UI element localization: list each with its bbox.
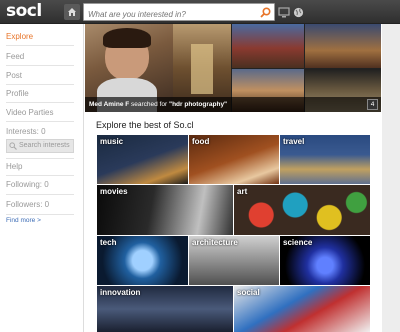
result-count-badge: 4 xyxy=(367,99,378,110)
sidebar-item-interests[interactable]: Interests: 0 xyxy=(6,127,74,136)
tile-science[interactable]: science xyxy=(280,236,370,285)
globe-icon[interactable] xyxy=(291,5,305,19)
caption-user[interactable]: Med Amine F xyxy=(89,101,129,108)
category-grid: music food travel movies art tech archit… xyxy=(97,135,370,332)
sidebar-item-help[interactable]: Help xyxy=(6,162,74,171)
featured-search-banner[interactable]: Med Amine F searched for "hdr photograph… xyxy=(85,24,381,112)
tile-label: art xyxy=(237,187,248,196)
monitor-icon[interactable] xyxy=(277,5,291,19)
divider xyxy=(6,102,74,103)
tile-art[interactable]: art xyxy=(234,185,370,235)
socl-logo[interactable]: socl xyxy=(6,1,42,21)
tile-travel[interactable]: travel xyxy=(280,135,370,184)
tile-label: innovation xyxy=(100,288,141,297)
photo-street xyxy=(305,24,381,68)
tile-label: science xyxy=(283,238,313,247)
tile-architecture[interactable]: architecture xyxy=(189,236,279,285)
explore-heading: Explore the best of So.cl xyxy=(96,120,194,130)
interest-search-input[interactable]: Search interests xyxy=(6,139,74,153)
tile-movies[interactable]: movies xyxy=(97,185,233,235)
divider xyxy=(6,121,74,122)
tile-label: travel xyxy=(283,137,305,146)
main-content: Med Amine F searched for "hdr photograph… xyxy=(84,24,382,332)
divider xyxy=(6,194,74,195)
tile-label: movies xyxy=(100,187,128,196)
divider xyxy=(6,175,74,176)
search-input[interactable] xyxy=(84,6,254,23)
page-scroll-area xyxy=(383,24,400,332)
caption-query[interactable]: "hdr photography" xyxy=(169,101,227,108)
divider xyxy=(6,158,74,159)
photo-houses xyxy=(232,24,304,68)
sidebar-item-profile[interactable]: Profile xyxy=(6,89,74,98)
tile-food[interactable]: food xyxy=(189,135,279,184)
sidebar-item-feed[interactable]: Feed xyxy=(6,52,74,61)
caption-action: searched for xyxy=(131,101,168,108)
tile-label: music xyxy=(100,137,124,146)
tile-music[interactable]: music xyxy=(97,135,188,184)
sidebar: Explore Feed Post Profile Video Parties … xyxy=(0,24,84,332)
tile-tech[interactable]: tech xyxy=(97,236,188,285)
search-box xyxy=(83,3,275,23)
sidebar-item-video-parties[interactable]: Video Parties xyxy=(6,108,74,117)
find-more-link[interactable]: Find more > xyxy=(6,217,41,224)
sidebar-item-followers[interactable]: Followers: 0 xyxy=(6,200,74,209)
tile-social[interactable]: social xyxy=(234,286,370,332)
search-icon xyxy=(9,142,17,150)
sidebar-item-explore[interactable]: Explore xyxy=(6,32,74,41)
sidebar-item-following[interactable]: Following: 0 xyxy=(6,180,74,189)
divider xyxy=(6,84,74,85)
search-icon[interactable] xyxy=(260,7,271,18)
tile-label: architecture xyxy=(192,238,238,247)
tile-innovation[interactable]: innovation xyxy=(97,286,233,332)
divider xyxy=(6,65,74,66)
tile-label: tech xyxy=(100,238,117,247)
divider xyxy=(6,214,74,215)
sidebar-item-post[interactable]: Post xyxy=(6,71,74,80)
tile-label: food xyxy=(192,137,210,146)
top-bar: socl xyxy=(0,0,400,24)
search-caption: Med Amine F searched for "hdr photograph… xyxy=(85,97,381,112)
interest-search-placeholder: Search interests xyxy=(19,142,70,149)
divider xyxy=(6,45,74,46)
tile-label: social xyxy=(237,288,260,297)
home-icon[interactable] xyxy=(64,4,80,20)
